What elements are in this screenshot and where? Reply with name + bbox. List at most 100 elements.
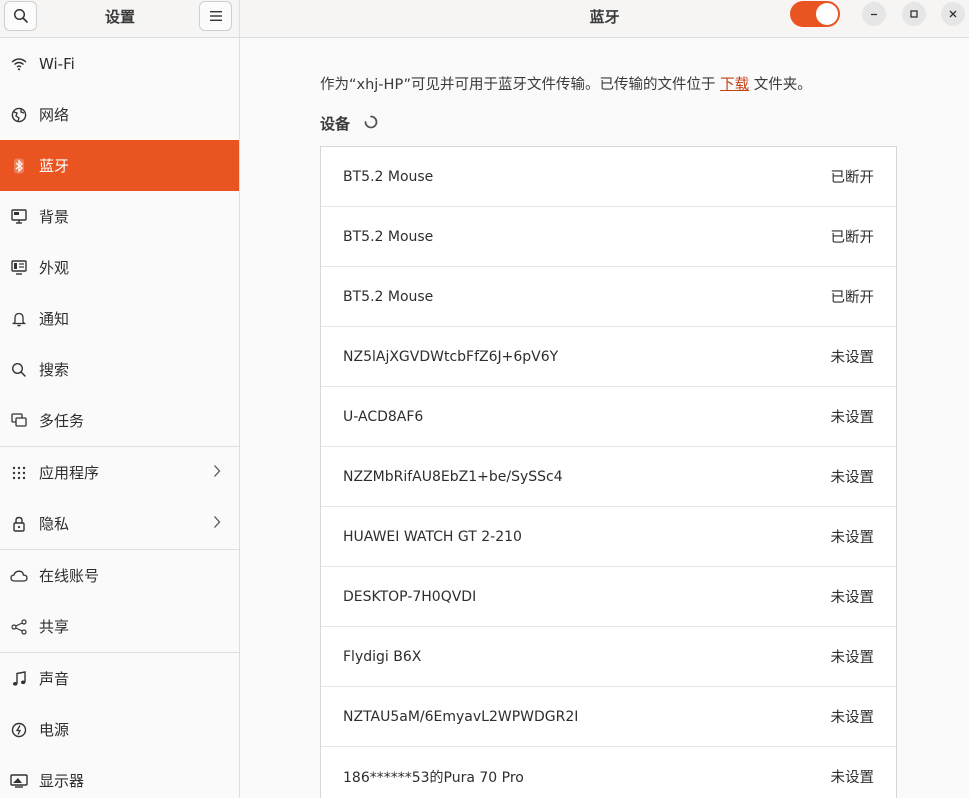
network-icon bbox=[10, 106, 28, 124]
device-row[interactable]: HUAWEI WATCH GT 2-210 未设置 bbox=[321, 507, 896, 567]
cloud-icon bbox=[10, 567, 28, 585]
close-button[interactable] bbox=[941, 2, 965, 26]
sidebar-item-label: 外观 bbox=[39, 259, 70, 277]
sidebar-item-label: 隐私 bbox=[39, 515, 70, 533]
search-icon bbox=[10, 361, 28, 379]
sidebar-nav: Wi-Fi 网络 蓝牙 背景 外观 通知 搜索 多任务 bbox=[0, 38, 239, 446]
sidebar-nav-group-4: 声音 电源 显示器 bbox=[0, 653, 239, 798]
appearance-icon bbox=[10, 259, 28, 277]
sidebar-item-apps[interactable]: 应用程序 bbox=[0, 447, 239, 498]
sidebar-item-network[interactable]: 网络 bbox=[0, 89, 239, 140]
display-icon bbox=[10, 772, 28, 790]
sidebar-item-wifi[interactable]: Wi-Fi bbox=[0, 38, 239, 89]
device-name: 186******53的Pura 70 Pro bbox=[343, 769, 524, 786]
device-status: 未设置 bbox=[830, 410, 875, 426]
device-row[interactable]: 186******53的Pura 70 Pro 未设置 bbox=[321, 747, 896, 798]
maximize-button[interactable] bbox=[902, 2, 926, 26]
device-name: NZZMbRifAU8EbZ1+be/SySSc4 bbox=[343, 468, 563, 485]
chevron-right-icon bbox=[213, 515, 221, 533]
close-icon bbox=[949, 10, 957, 18]
device-row[interactable]: Flydigi B6X 未设置 bbox=[321, 627, 896, 687]
share-icon bbox=[10, 618, 28, 636]
sidebar-item-label: 共享 bbox=[39, 618, 70, 636]
info-text-suffix: 文件夹。 bbox=[749, 77, 812, 93]
sidebar-item-label: 显示器 bbox=[39, 772, 85, 790]
device-name: Flydigi B6X bbox=[343, 648, 422, 665]
background-icon bbox=[10, 208, 28, 226]
device-name: BT5.2 Mouse bbox=[343, 228, 434, 245]
spinner-icon bbox=[364, 115, 378, 133]
sidebar-item-label: 搜索 bbox=[39, 361, 70, 379]
sidebar-item-power[interactable]: 电源 bbox=[0, 704, 239, 755]
info-text: 作为“xhj-HP”可见并可用于蓝牙文件传输。已传输的文件位于 bbox=[320, 77, 721, 93]
sidebar-item-label: 网络 bbox=[39, 106, 70, 124]
bluetooth-toggle[interactable] bbox=[790, 1, 840, 27]
sidebar-item-label: 声音 bbox=[39, 670, 70, 688]
sidebar-item-privacy[interactable]: 隐私 bbox=[0, 498, 239, 549]
menu-button[interactable] bbox=[199, 1, 232, 31]
device-status: 未设置 bbox=[830, 530, 875, 546]
device-status: 未设置 bbox=[830, 350, 875, 366]
device-status: 未设置 bbox=[830, 650, 875, 666]
device-row[interactable]: NZZMbRifAU8EbZ1+be/SySSc4 未设置 bbox=[321, 447, 896, 507]
bluetooth-icon bbox=[10, 157, 28, 175]
sidebar-item-background[interactable]: 背景 bbox=[0, 191, 239, 242]
toggle-knob bbox=[816, 3, 838, 25]
device-row[interactable]: U-ACD8AF6 未设置 bbox=[321, 387, 896, 447]
device-row[interactable]: DESKTOP-7H0QVDI 未设置 bbox=[321, 567, 896, 627]
minimize-button[interactable] bbox=[862, 2, 886, 26]
device-row[interactable]: BT5.2 Mouse 已断开 bbox=[321, 267, 896, 327]
visibility-info: 作为“xhj-HP”可见并可用于蓝牙文件传输。已传输的文件位于 下载 文件夹。 bbox=[320, 73, 812, 94]
sidebar-item-sharing[interactable]: 共享 bbox=[0, 601, 239, 652]
sidebar-item-label: 通知 bbox=[39, 310, 70, 328]
sidebar-header: 设置 bbox=[0, 0, 239, 38]
device-status: 已断开 bbox=[830, 170, 875, 186]
device-row[interactable]: NZTAU5aM/6EmyavL2WPWDGR2I 未设置 bbox=[321, 687, 896, 747]
device-row[interactable]: BT5.2 Mouse 已断开 bbox=[321, 147, 896, 207]
sidebar-item-label: 在线账号 bbox=[39, 567, 100, 585]
sidebar-item-search[interactable]: 搜索 bbox=[0, 344, 239, 395]
sidebar-item-notifications[interactable]: 通知 bbox=[0, 293, 239, 344]
minimize-icon bbox=[871, 13, 877, 16]
sidebar-item-sound[interactable]: 声音 bbox=[0, 653, 239, 704]
bluetooth-panel: 蓝牙 作为“xhj-HP”可见并可用于蓝牙文件传输。已传输的文件位于 下载 文件… bbox=[240, 0, 969, 798]
devices-heading: 设备 bbox=[320, 113, 378, 134]
sidebar-item-bluetooth[interactable]: 蓝牙 bbox=[0, 140, 239, 191]
apps-grid-icon bbox=[10, 464, 28, 482]
device-status: 未设置 bbox=[830, 470, 875, 486]
device-status: 已断开 bbox=[830, 290, 875, 306]
sidebar-item-displays[interactable]: 显示器 bbox=[0, 755, 239, 798]
sidebar-item-multitasking[interactable]: 多任务 bbox=[0, 395, 239, 446]
bell-icon bbox=[10, 310, 28, 328]
device-name: U-ACD8AF6 bbox=[343, 408, 424, 425]
device-status: 已断开 bbox=[830, 230, 875, 246]
device-status: 未设置 bbox=[830, 710, 875, 726]
maximize-icon bbox=[910, 10, 918, 18]
device-name: NZ5lAjXGVDWtcbFfZ6J+6pV6Y bbox=[343, 348, 559, 365]
device-list: BT5.2 Mouse 已断开 BT5.2 Mouse 已断开 BT5.2 Mous… bbox=[320, 146, 897, 798]
sidebar-item-label: Wi-Fi bbox=[39, 54, 75, 73]
page-title: 蓝牙 bbox=[589, 8, 620, 26]
device-status: 未设置 bbox=[830, 590, 875, 606]
sidebar-item-appearance[interactable]: 外观 bbox=[0, 242, 239, 293]
hamburger-menu-icon bbox=[209, 11, 222, 21]
sidebar-item-label: 应用程序 bbox=[39, 464, 100, 482]
sidebar-item-label: 背景 bbox=[39, 208, 70, 226]
wifi-icon bbox=[10, 55, 28, 73]
device-name: BT5.2 Mouse bbox=[343, 288, 434, 305]
device-name: HUAWEI WATCH GT 2-210 bbox=[343, 528, 522, 545]
downloads-link[interactable]: 下载 bbox=[720, 77, 749, 93]
device-name: DESKTOP-7H0QVDI bbox=[343, 588, 477, 605]
chevron-right-icon bbox=[213, 464, 221, 482]
device-row[interactable]: NZ5lAjXGVDWtcbFfZ6J+6pV6Y 未设置 bbox=[321, 327, 896, 387]
main-header: 蓝牙 bbox=[240, 0, 969, 38]
sidebar-item-label: 电源 bbox=[39, 721, 70, 739]
sidebar-item-label: 多任务 bbox=[39, 412, 85, 430]
device-name: NZTAU5aM/6EmyavL2WPWDGR2I bbox=[343, 708, 579, 725]
sidebar-nav-group-2: 应用程序 隐私 bbox=[0, 447, 239, 549]
devices-heading-label: 设备 bbox=[320, 115, 351, 133]
music-note-icon bbox=[10, 670, 28, 688]
sidebar-item-online-accounts[interactable]: 在线账号 bbox=[0, 550, 239, 601]
device-row[interactable]: BT5.2 Mouse 已断开 bbox=[321, 207, 896, 267]
power-icon bbox=[10, 721, 28, 739]
